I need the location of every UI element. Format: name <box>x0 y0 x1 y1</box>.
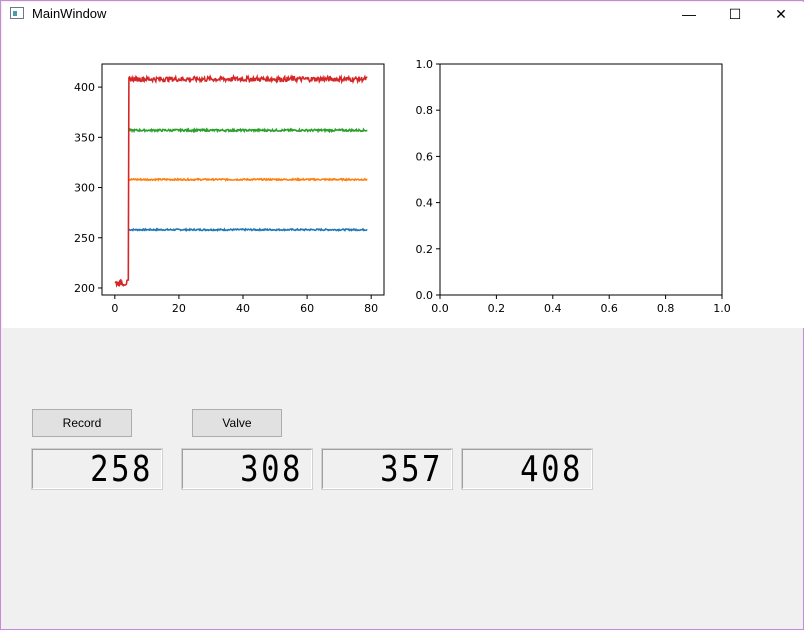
lcd-display-1: 258 <box>31 448 163 490</box>
close-button[interactable]: ✕ <box>758 2 804 26</box>
right-ytick-label: 0.8 <box>416 104 434 117</box>
right-ytick-label: 0.0 <box>416 289 434 302</box>
close-icon: ✕ <box>775 5 787 22</box>
series-line-1 <box>128 227 368 232</box>
main-window: MainWindow — ☐ ✕ 0 20 40 60 80 200 250 300 350 40… <box>0 0 804 630</box>
lcd-value-3: 357 <box>380 449 443 490</box>
right-xtick-label: 0.0 <box>431 302 449 315</box>
right-xtick-label: 0.6 <box>600 302 618 315</box>
left-ytick-label: 300 <box>74 182 95 195</box>
lcd-display-3: 357 <box>321 448 453 490</box>
empty-chart: 0.0 0.2 0.4 0.6 0.8 1.0 0.0 0.2 0.4 0.6 0.8 1.0 <box>416 58 731 315</box>
left-ytick-label: 250 <box>74 232 95 245</box>
lcd-value-4: 408 <box>520 449 583 490</box>
app-icon <box>10 7 24 19</box>
right-axes-frame <box>439 63 723 296</box>
left-ytick-label: 400 <box>74 81 95 94</box>
series-line-3 <box>128 127 368 134</box>
lcd-display-4: 408 <box>461 448 593 490</box>
right-ytick-label: 0.4 <box>416 197 434 210</box>
lcd-display-2: 308 <box>181 448 313 490</box>
left-xtick-label: 0 <box>111 302 118 315</box>
left-xtick-label: 20 <box>172 302 186 315</box>
series-line-2 <box>128 176 368 182</box>
maximize-icon: ☐ <box>728 5 742 22</box>
record-button[interactable]: Record <box>32 409 132 437</box>
right-xtick-label: 0.8 <box>657 302 675 315</box>
right-xtick-label: 0.4 <box>544 302 562 315</box>
right-ytick-label: 0.2 <box>416 243 434 256</box>
left-xtick-label: 60 <box>300 302 314 315</box>
right-xtick-label: 0.2 <box>488 302 506 315</box>
plot-canvas: 0 20 40 60 80 200 250 300 350 400 0.0 0.2 0.4 0.6 0.8… <box>2 26 804 328</box>
window-title: MainWindow <box>32 6 107 21</box>
maximize-button[interactable]: ☐ <box>712 2 758 26</box>
title-bar[interactable]: MainWindow — ☐ ✕ <box>2 2 804 26</box>
right-ytick-label: 0.6 <box>416 150 434 163</box>
left-xtick-label: 80 <box>364 302 378 315</box>
lcd-value-2: 308 <box>240 449 303 490</box>
left-ytick-label: 200 <box>74 282 95 295</box>
left-ytick-label: 350 <box>74 131 95 144</box>
left-xtick-label: 40 <box>236 302 250 315</box>
valve-button[interactable]: Valve <box>192 409 282 437</box>
minimize-icon: — <box>682 6 696 22</box>
minimize-button[interactable]: — <box>666 2 712 26</box>
sensor-line-chart: 0 20 40 60 80 200 250 300 350 400 <box>74 63 385 315</box>
right-xtick-label: 1.0 <box>713 302 731 315</box>
lcd-value-1: 258 <box>90 449 153 490</box>
right-ytick-label: 1.0 <box>416 58 434 71</box>
plots-svg: 0 20 40 60 80 200 250 300 350 400 0.0 0.2 0.4 0.6 0.8… <box>74 58 731 315</box>
